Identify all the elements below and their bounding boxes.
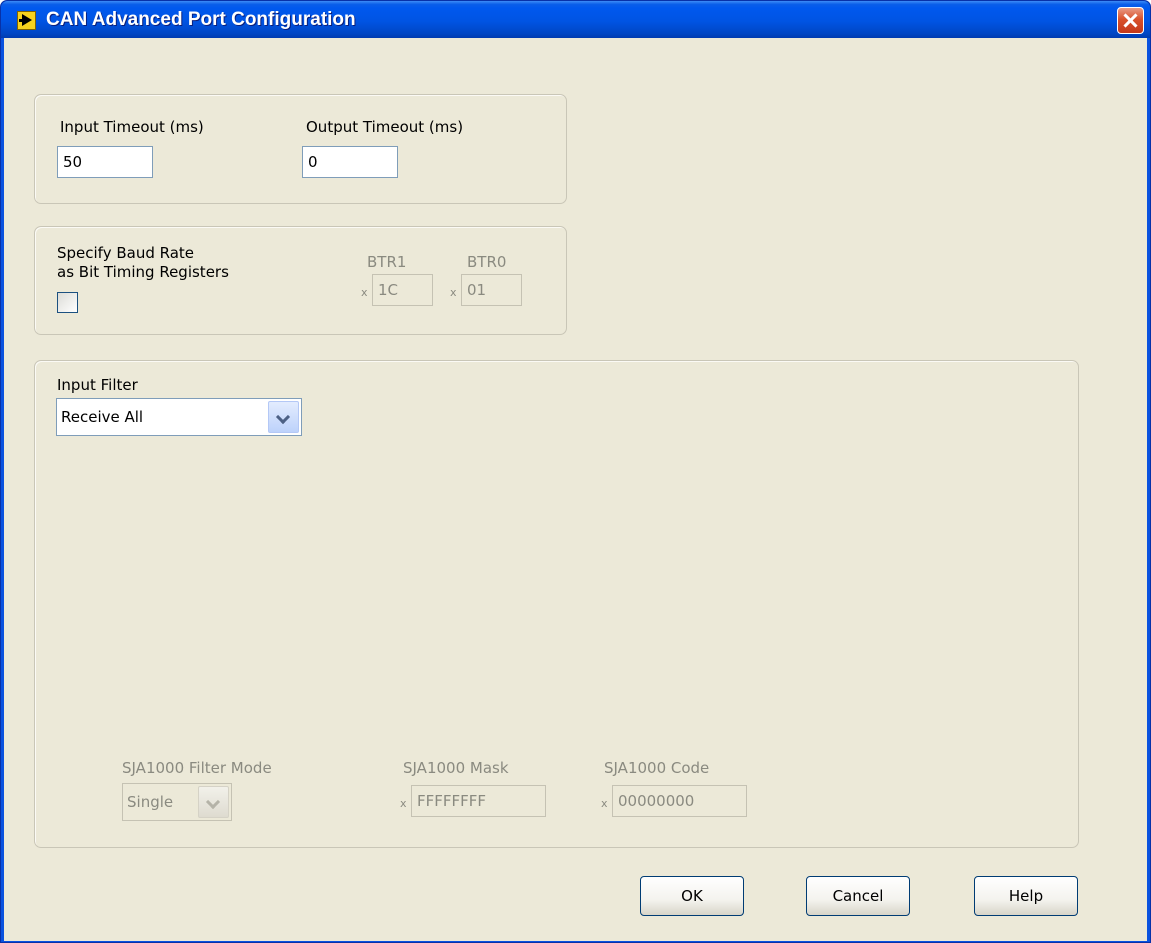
btr0-radix: x: [450, 286, 457, 299]
chevron-down-icon[interactable]: [268, 401, 299, 433]
code-field[interactable]: [612, 785, 747, 817]
baud-rate-label-line1: Specify Baud Rate: [57, 244, 195, 262]
btr0-label: BTR0: [467, 253, 507, 271]
app-icon: [17, 11, 36, 30]
mask-label: SJA1000 Mask: [403, 759, 509, 777]
dialog-body: Input Timeout (ms) Output Timeout (ms) S…: [4, 38, 1147, 941]
btr1-field[interactable]: [372, 274, 433, 306]
dialog-window: CAN Advanced Port Configuration Input Ti…: [0, 0, 1151, 943]
mask-field[interactable]: [411, 785, 546, 817]
code-radix: x: [601, 797, 608, 810]
input-filter-label: Input Filter: [57, 376, 138, 394]
mask-radix: x: [400, 797, 407, 810]
output-timeout-field[interactable]: [302, 146, 398, 178]
filter-mode-select[interactable]: Single: [122, 783, 232, 821]
input-timeout-label: Input Timeout (ms): [60, 118, 204, 136]
timeouts-group: Input Timeout (ms) Output Timeout (ms): [34, 94, 567, 204]
output-timeout-label: Output Timeout (ms): [306, 118, 464, 136]
window-title: CAN Advanced Port Configuration: [46, 9, 356, 30]
cancel-button[interactable]: Cancel: [806, 876, 910, 916]
bit-timing-checkbox[interactable]: [57, 292, 78, 313]
baud-rate-label-line2: as Bit Timing Registers: [57, 263, 229, 281]
btr1-radix: x: [361, 286, 368, 299]
code-label: SJA1000 Code: [604, 759, 710, 777]
input-filter-value: Receive All: [61, 408, 144, 426]
filter-mode-label: SJA1000 Filter Mode: [122, 759, 272, 777]
title-bar[interactable]: CAN Advanced Port Configuration: [1, 1, 1150, 38]
baud-rate-group: Specify Baud Rate as Bit Timing Register…: [34, 226, 567, 335]
btr0-field[interactable]: [461, 274, 522, 306]
close-icon[interactable]: [1117, 7, 1144, 34]
help-button[interactable]: Help: [974, 876, 1078, 916]
btr1-label: BTR1: [367, 253, 407, 271]
input-timeout-field[interactable]: [57, 146, 153, 178]
ok-button[interactable]: OK: [640, 876, 744, 916]
input-filter-select[interactable]: Receive All: [56, 398, 302, 436]
filter-mode-value: Single: [127, 793, 174, 811]
chevron-down-icon[interactable]: [198, 786, 229, 818]
input-filter-group: Input Filter Receive All SJA1000 Filter …: [34, 360, 1079, 848]
